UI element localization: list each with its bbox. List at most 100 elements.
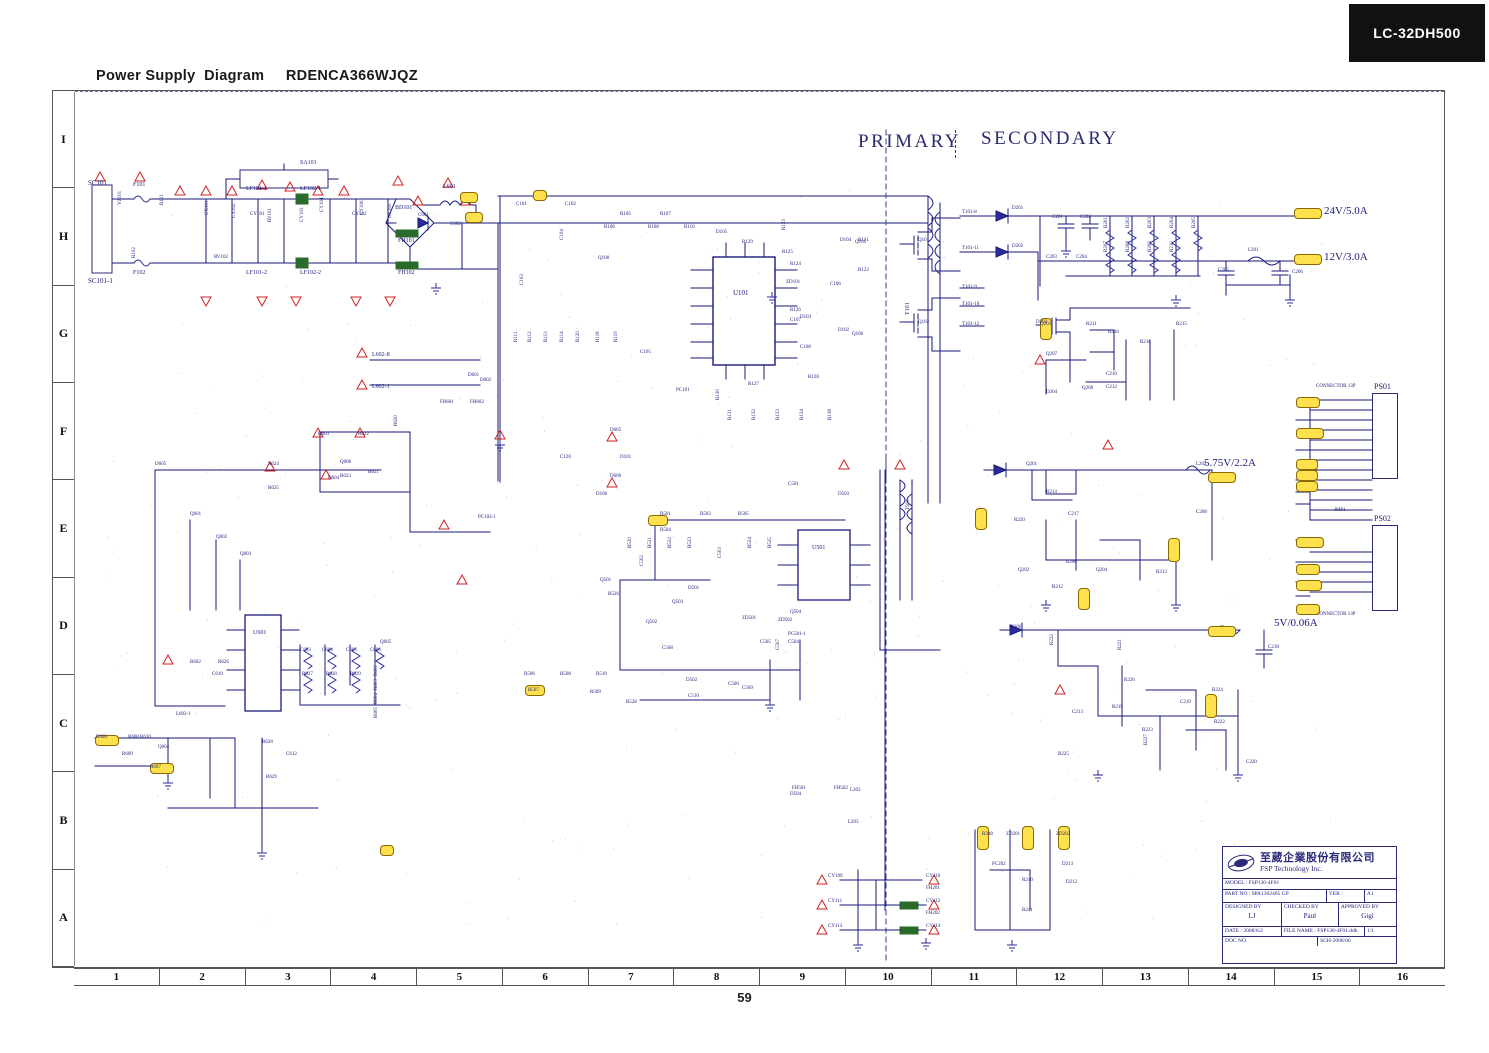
harness-flag-3 bbox=[1296, 459, 1318, 470]
designator-q601: Q601 bbox=[190, 512, 201, 517]
designator-r214: R214 bbox=[1046, 490, 1057, 495]
designator-r222: R222 bbox=[1214, 720, 1225, 725]
value-annotation: ▪ bbox=[1243, 318, 1244, 321]
designator-r505: R505 bbox=[738, 512, 749, 517]
designator-r107: R107 bbox=[660, 212, 671, 217]
designator-r501: R501 bbox=[660, 512, 671, 517]
column-label-10: 10 bbox=[846, 969, 932, 985]
designator-r206: R206 bbox=[1066, 560, 1077, 565]
value-annotation: ▪ bbox=[922, 268, 923, 271]
designator-c104: C104 bbox=[560, 229, 565, 240]
value-annotation: ▪ bbox=[784, 617, 785, 620]
value-annotation: ▪ bbox=[797, 363, 798, 366]
title-block-model-row: MODEL : FSP130-4F01 bbox=[1223, 879, 1396, 890]
designator-t101-10: T101-10 bbox=[962, 302, 979, 307]
value-annotation: ▪ bbox=[469, 923, 470, 926]
designator-r225: R225 bbox=[1058, 752, 1069, 757]
value-annotation: ▪ bbox=[456, 650, 457, 653]
title-block-part-row: PART NO : 9PA1302405 GP VER : A1 bbox=[1223, 890, 1396, 903]
value-annotation: ▪ bbox=[171, 214, 172, 217]
designator-r627: R627 bbox=[302, 672, 313, 677]
title-block-date: DATE : 2008/6/2 bbox=[1223, 927, 1282, 936]
designator-pc102-1: PC102-1 bbox=[478, 515, 496, 520]
value-annotation: ▪ bbox=[149, 505, 150, 508]
designator-c120: C120 bbox=[560, 455, 571, 460]
value-annotation: ▪ bbox=[785, 651, 786, 654]
designator-sa101: SA101 bbox=[300, 160, 317, 166]
net-flag-sec-d bbox=[1205, 694, 1217, 718]
designator-c203: C203 bbox=[1046, 255, 1057, 260]
designator-cy113: CY113 bbox=[828, 924, 842, 929]
value-annotation: ▪ bbox=[126, 756, 127, 759]
value-annotation: ▪ bbox=[708, 500, 709, 503]
designator-c210: C210 bbox=[1106, 372, 1117, 377]
column-label-16: 16 bbox=[1360, 969, 1445, 985]
row-label-e: E bbox=[53, 480, 74, 577]
title-block-sheet: 1/1 bbox=[1365, 927, 1396, 936]
designator-r201: R201 bbox=[1104, 217, 1109, 228]
row-label-d: D bbox=[53, 578, 74, 675]
value-annotation: ▪ bbox=[480, 356, 481, 359]
designator-c202: C202 bbox=[1080, 215, 1091, 220]
designator-r207: R207 bbox=[1104, 241, 1109, 252]
designator-r111: R111 bbox=[514, 332, 519, 342]
designator-r626: R626 bbox=[218, 660, 229, 665]
value-annotation: ▪ bbox=[579, 534, 580, 537]
value-annotation: ▪ bbox=[513, 623, 514, 626]
value-annotation: ▪ bbox=[196, 713, 197, 716]
value-annotation: ▪ bbox=[968, 832, 969, 835]
designator-c501: C501 bbox=[788, 482, 799, 487]
designator-lf101-1: LF101-1 bbox=[246, 186, 267, 192]
value-annotation: ▪ bbox=[1231, 599, 1232, 602]
value-annotation: ▪ bbox=[392, 571, 393, 574]
value-annotation: ▪ bbox=[998, 585, 999, 588]
value-annotation: ▪ bbox=[893, 551, 894, 554]
designator-r120: R120 bbox=[576, 331, 581, 342]
designator-r628: R628 bbox=[326, 672, 337, 677]
value-annotation: ▪ bbox=[111, 205, 112, 208]
designator-r113: R113 bbox=[544, 331, 549, 342]
designator-f102: F102 bbox=[133, 270, 145, 276]
value-annotation: ▪ bbox=[745, 538, 746, 541]
designator-r629: R629 bbox=[266, 775, 277, 780]
designator-d504: D504 bbox=[790, 792, 801, 797]
output-label-575v: 5.75V/2.2A bbox=[1204, 457, 1256, 469]
row-label-h: H bbox=[53, 188, 74, 285]
net-flag-zd202 bbox=[1022, 826, 1034, 850]
designator-c610: C610 bbox=[212, 672, 223, 677]
page-number: 59 bbox=[0, 990, 1489, 1005]
designator-r605: R605 bbox=[374, 707, 379, 718]
value-annotation: ▪ bbox=[673, 536, 674, 539]
designator-c217: C217 bbox=[1068, 512, 1079, 517]
value-annotation: ▪ bbox=[263, 375, 264, 378]
designator-r221: R221 bbox=[1118, 639, 1123, 650]
value-annotation: ▪ bbox=[681, 227, 682, 230]
designator-r123: R123 bbox=[782, 219, 787, 230]
designator-r525: R525 bbox=[768, 537, 773, 548]
value-annotation: ▪ bbox=[1034, 622, 1035, 625]
designator-pc501-1: PC501-1 bbox=[788, 632, 806, 637]
designator-r110: R110 bbox=[684, 225, 695, 230]
designator-c219: C219 bbox=[1180, 700, 1191, 705]
designator-q207: Q207 bbox=[1046, 352, 1057, 357]
designator-fh101: FH101 bbox=[398, 238, 415, 244]
value-annotation: ▪ bbox=[560, 293, 561, 296]
value-annotation: ▪ bbox=[1098, 484, 1099, 487]
harness-flag-4 bbox=[1296, 470, 1318, 481]
value-annotation: ▪ bbox=[530, 248, 531, 251]
value-annotation: ▪ bbox=[167, 866, 168, 869]
output-flag-575v bbox=[1208, 472, 1236, 483]
designator-d213: D213 bbox=[1062, 862, 1073, 867]
designator-d201: D201 bbox=[1012, 206, 1023, 211]
value-annotation: ▪ bbox=[296, 872, 297, 875]
designator-r226: R226 bbox=[1124, 678, 1135, 683]
value-annotation: ▪ bbox=[1201, 820, 1202, 823]
value-annotation: ▪ bbox=[912, 483, 913, 486]
value-annotation: ▪ bbox=[578, 593, 579, 596]
value-annotation: ▪ bbox=[718, 402, 719, 405]
value-annotation: ▪ bbox=[543, 417, 544, 420]
designator-r125: R125 bbox=[782, 250, 793, 255]
value-annotation: ▪ bbox=[320, 692, 321, 695]
designator-d204: D204 bbox=[1046, 390, 1057, 395]
title-block-doc-value: SCH-2008/06 bbox=[1318, 937, 1396, 946]
